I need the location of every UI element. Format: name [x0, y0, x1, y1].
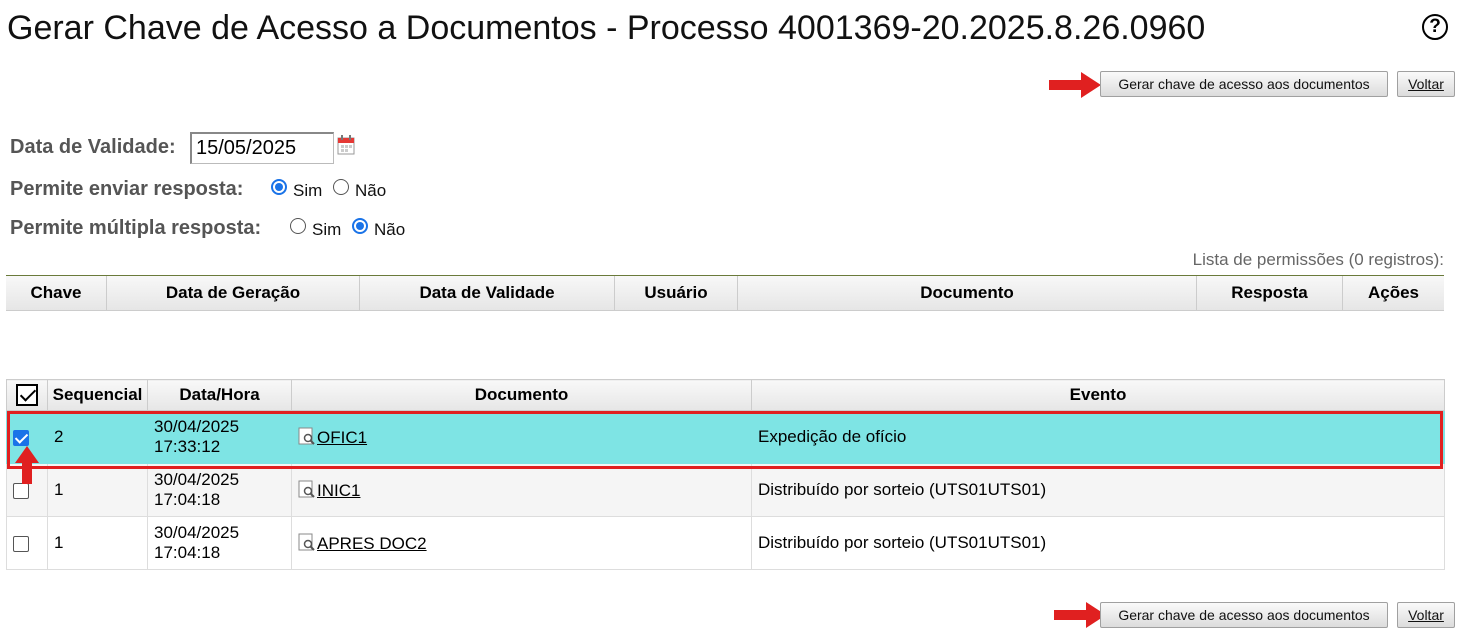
time-text: 17:04:18	[154, 490, 221, 509]
generate-key-button[interactable]: Gerar chave de acesso aos documentos	[1100, 71, 1388, 97]
multiple-response-no-label: Não	[374, 220, 406, 239]
document-link[interactable]: OFIC1	[317, 428, 367, 447]
row-checkbox[interactable]	[13, 429, 29, 446]
row-select-cell	[6, 516, 48, 570]
sequence-cell: 1	[47, 516, 148, 570]
column-header-document[interactable]: Documento	[291, 379, 752, 411]
generate-key-button-bottom[interactable]: Gerar chave de acesso aos documentos	[1100, 602, 1388, 628]
document-magnifier-icon[interactable]	[298, 480, 316, 498]
help-icon[interactable]: ?	[1422, 14, 1448, 40]
column-header-event[interactable]: Evento	[751, 379, 1445, 411]
event-cell: Distribuído por sorteio (UTS01UTS01)	[751, 516, 1445, 570]
documents-table: Sequencial Data/Hora Documento Evento 2 …	[6, 379, 1445, 570]
table-row[interactable]: 1 30/04/2025 17:04:18 APRES DOC2 Distribu…	[6, 516, 1445, 570]
red-arrow-icon	[1049, 72, 1101, 98]
document-cell: INIC1	[291, 463, 752, 517]
select-all-cell	[6, 379, 48, 411]
event-cell: Distribuído por sorteio (UTS01UTS01)	[751, 463, 1445, 517]
back-button-label: Voltar	[1408, 607, 1444, 623]
event-cell: Expedição de ofício	[751, 410, 1445, 464]
table-row[interactable]: 1 30/04/2025 17:04:18 INIC1 Distribuído p…	[6, 463, 1445, 517]
time-text: 17:04:18	[154, 543, 221, 562]
date-text: 30/04/2025	[154, 417, 240, 436]
column-header-key[interactable]: Chave	[6, 276, 107, 310]
permissions-caption: Lista de permissões (0 registros):	[1192, 250, 1444, 269]
send-response-yes-label: Sim	[293, 181, 323, 200]
column-header-validity-date[interactable]: Data de Validade	[360, 276, 615, 310]
calendar-icon[interactable]	[337, 135, 355, 155]
column-header-response[interactable]: Resposta	[1197, 276, 1343, 310]
back-button[interactable]: Voltar	[1397, 71, 1455, 97]
column-header-actions: Ações	[1367, 283, 1420, 302]
column-header-sequence[interactable]: Sequencial	[47, 379, 148, 411]
date-text: 30/04/2025	[154, 470, 240, 489]
validity-label: Data de Validade:	[10, 136, 176, 159]
table-row[interactable]: 2 30/04/2025 17:33:12 OFIC1 Expedição de …	[6, 410, 1445, 464]
back-button-bottom[interactable]: Voltar	[1397, 602, 1455, 628]
multiple-response-label: Permite múltipla resposta:	[10, 217, 262, 239]
document-magnifier-icon[interactable]	[298, 533, 316, 551]
validity-date-input[interactable]: 15/05/2025	[190, 132, 334, 164]
document-link[interactable]: INIC1	[317, 481, 360, 500]
row-checkbox[interactable]	[13, 535, 29, 552]
document-cell: OFIC1	[291, 410, 752, 464]
column-header-user[interactable]: Usuário	[615, 276, 738, 310]
sequence-cell: 1	[47, 463, 148, 517]
datetime-cell: 30/04/2025 17:04:18	[147, 463, 292, 517]
red-arrow-icon	[15, 446, 39, 484]
date-text: 30/04/2025	[154, 523, 240, 542]
multiple-response-yes-label: Sim	[312, 220, 342, 239]
permissions-table: Chave Data de Geração Data de Validade U…	[6, 275, 1444, 311]
column-header-generation-date[interactable]: Data de Geração	[107, 276, 360, 310]
time-text: 17:33:12	[154, 437, 221, 456]
send-response-yes-radio[interactable]	[271, 179, 287, 195]
datetime-cell: 30/04/2025 17:33:12	[147, 410, 292, 464]
document-link[interactable]: APRES DOC2	[317, 534, 427, 553]
send-response-label: Permite enviar resposta:	[10, 178, 244, 200]
sequence-cell: 2	[47, 410, 148, 464]
multiple-response-no-radio[interactable]	[352, 218, 368, 234]
validity-label-text: Data de Validade:	[10, 136, 176, 158]
datetime-cell: 30/04/2025 17:04:18	[147, 516, 292, 570]
document-cell: APRES DOC2	[291, 516, 752, 570]
column-header-datetime[interactable]: Data/Hora	[147, 379, 292, 411]
multiple-response-yes-radio[interactable]	[290, 218, 306, 234]
page-title: Gerar Chave de Acesso a Documentos - Pro…	[7, 9, 1206, 47]
documents-header-row: Sequencial Data/Hora Documento Evento	[6, 379, 1445, 411]
column-header-document[interactable]: Documento	[738, 276, 1197, 310]
back-button-label: Voltar	[1408, 76, 1444, 92]
document-magnifier-icon[interactable]	[298, 427, 316, 445]
permissions-header-row: Chave Data de Geração Data de Validade U…	[6, 276, 1444, 311]
select-all-checkbox[interactable]	[16, 384, 38, 406]
send-response-no-label: Não	[355, 181, 387, 200]
send-response-no-radio[interactable]	[333, 179, 349, 195]
